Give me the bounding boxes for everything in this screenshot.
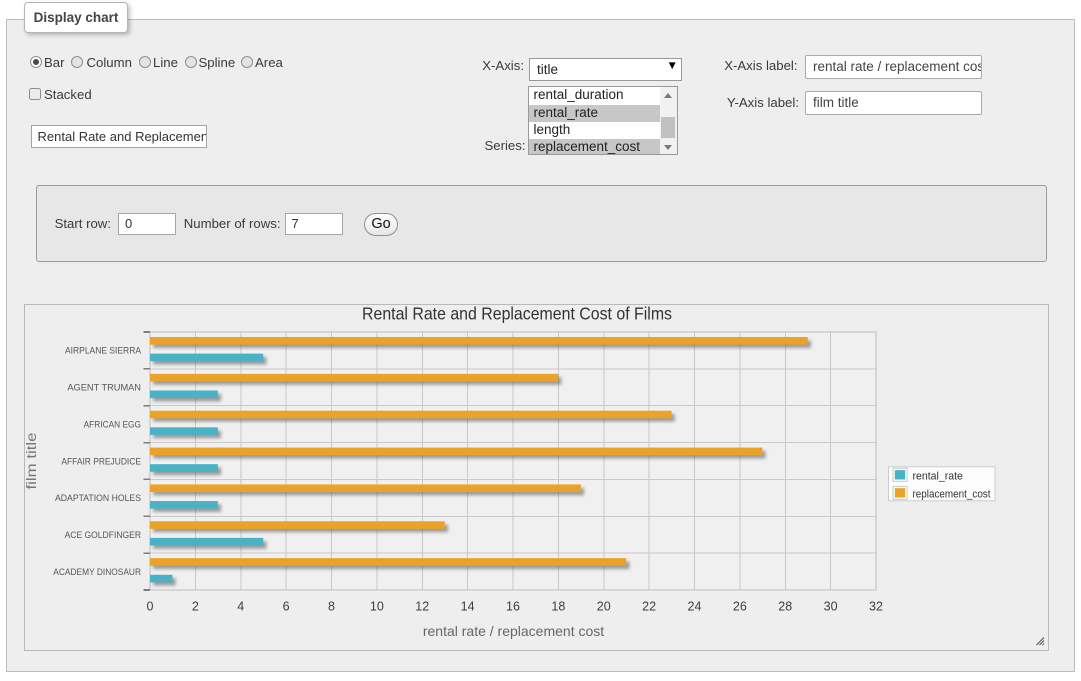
svg-text:4: 4 [237, 600, 244, 614]
svg-text:AIRPLANE SIERRA: AIRPLANE SIERRA [65, 346, 142, 356]
svg-text:6: 6 [283, 600, 290, 614]
svg-text:8: 8 [328, 600, 335, 614]
svg-text:rental rate / replacement cost: rental rate / replacement cost [423, 623, 604, 639]
svg-text:2: 2 [192, 600, 199, 614]
svg-text:AFFAIR PREJUDICE: AFFAIR PREJUDICE [61, 456, 141, 466]
svg-text:12: 12 [415, 600, 429, 614]
svg-text:replacement_cost: replacement_cost [913, 488, 991, 500]
svg-text:32: 32 [869, 600, 883, 614]
svg-text:ACE GOLDFINGER: ACE GOLDFINGER [65, 530, 142, 540]
svg-text:26: 26 [733, 600, 747, 614]
svg-text:14: 14 [461, 600, 475, 614]
svg-text:AFRICAN EGG: AFRICAN EGG [84, 419, 141, 429]
svg-text:16: 16 [506, 600, 520, 614]
svg-text:10: 10 [370, 600, 384, 614]
svg-text:rental_rate: rental_rate [913, 470, 963, 482]
svg-text:AGENT TRUMAN: AGENT TRUMAN [67, 383, 141, 393]
svg-text:Rental Rate and Replacement Co: Rental Rate and Replacement Cost of Film… [362, 305, 672, 324]
svg-text:ADAPTATION HOLES: ADAPTATION HOLES [55, 493, 141, 503]
svg-text:22: 22 [642, 600, 656, 614]
svg-text:0: 0 [147, 600, 154, 614]
svg-text:18: 18 [551, 600, 565, 614]
svg-text:30: 30 [824, 600, 838, 614]
svg-text:24: 24 [688, 600, 702, 614]
svg-text:28: 28 [778, 600, 792, 614]
svg-text:20: 20 [597, 600, 611, 614]
svg-text:film title: film title [25, 433, 39, 490]
svg-text:ACADEMY DINOSAUR: ACADEMY DINOSAUR [53, 567, 141, 577]
